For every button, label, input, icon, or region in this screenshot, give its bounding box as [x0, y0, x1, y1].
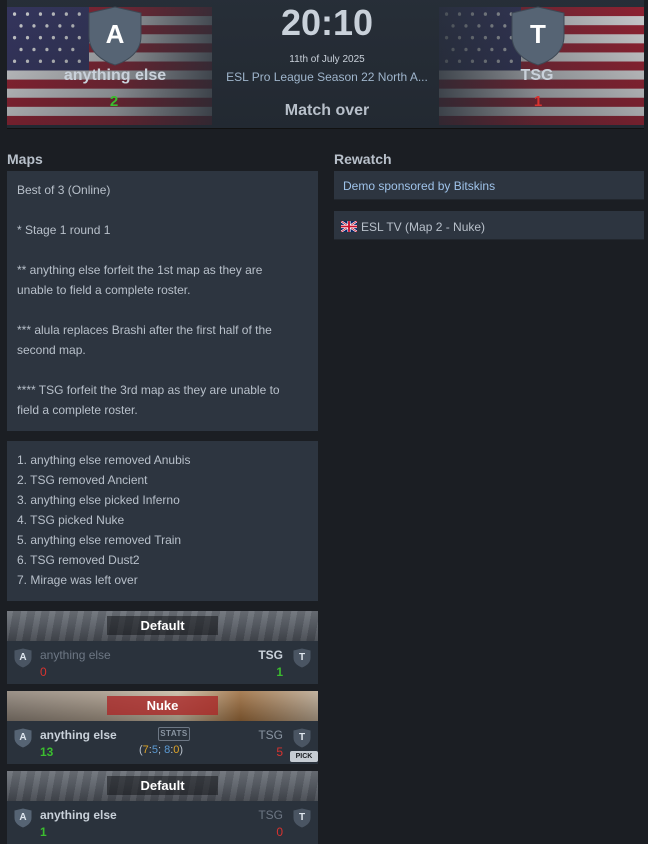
match-notes: Best of 3 (Online) * Stage 1 round 1 ** …	[7, 171, 318, 431]
team2-score: 0	[276, 825, 283, 839]
list-item: 7. Mirage was left over	[17, 573, 138, 587]
list-item: 4. TSG picked Nuke	[17, 513, 125, 527]
half-scores: (7:5; 8:0)	[139, 744, 184, 756]
map-banner: Default	[7, 611, 318, 641]
team2-name: TSG	[258, 808, 283, 822]
team2-logo: T	[293, 808, 311, 828]
event-link[interactable]: ESL Pro League Season 22 North A...	[219, 70, 435, 84]
team2-logo[interactable]: T	[511, 6, 565, 66]
team1-logo: A	[14, 728, 32, 748]
map-name: Nuke	[146, 698, 179, 713]
map-banner: Default	[7, 771, 318, 801]
team1-logo[interactable]: A	[88, 6, 142, 66]
team1-name: anything else	[40, 808, 117, 822]
stream-link[interactable]: ESL TV (Map 2 - Nuke)	[334, 211, 644, 240]
list-item: 2. TSG removed Ancient	[17, 473, 148, 487]
team2-name[interactable]: TSG	[457, 67, 617, 85]
map-card-1[interactable]: Default A anything else 0 TSG 1 T	[7, 611, 318, 684]
map-card-3[interactable]: Default A anything else 1 TSG 0 T	[7, 771, 318, 844]
stats-button[interactable]: STATS	[158, 727, 190, 741]
pick-badge: PICK	[290, 751, 318, 762]
team2-score: 1	[276, 665, 283, 679]
team2-name: TSG	[258, 728, 283, 742]
list-item: 1. anything else removed Anubis	[17, 453, 191, 467]
maps-title: Maps	[7, 151, 43, 167]
team1-name[interactable]: anything else	[35, 67, 195, 85]
demo-link[interactable]: Demo sponsored by Bitskins	[334, 171, 644, 200]
team1-name: anything else	[40, 728, 117, 742]
team2-logo: T	[293, 648, 311, 668]
map-banner: Nuke	[7, 691, 318, 721]
uk-flag-icon	[341, 221, 357, 232]
match-date: 11th of July 2025	[289, 54, 365, 65]
map-veto: 1. anything else removed Anubis 2. TSG r…	[7, 441, 318, 601]
team1-logo: A	[14, 808, 32, 828]
team2-name: TSG	[258, 648, 283, 662]
list-item: 3. anything else picked Inferno	[17, 493, 180, 507]
team1-score: 2	[109, 93, 119, 110]
team1-score: 0	[40, 665, 47, 679]
team1-name: anything else	[40, 648, 111, 662]
team1-score: 13	[40, 745, 54, 759]
map-name: Default	[140, 778, 185, 793]
match-status: Match over	[284, 102, 370, 119]
team1-score: 1	[40, 825, 47, 839]
match-time: 20:10	[280, 2, 374, 43]
team2-logo: T	[293, 728, 311, 748]
list-item: 5. anything else removed Train	[17, 533, 182, 547]
match-header: A anything else 2 T TSG 1 20:10 11th of …	[7, 0, 644, 129]
map-card-2[interactable]: Nuke A anything else 13 STATS (7:5; 8:0)…	[7, 691, 318, 764]
team2-score: 5	[276, 745, 283, 759]
list-item: 6. TSG removed Dust2	[17, 553, 140, 567]
map-name: Default	[140, 618, 185, 633]
team2-score: 1	[533, 93, 543, 110]
team1-logo: A	[14, 648, 32, 668]
rewatch-title: Rewatch	[334, 151, 392, 167]
